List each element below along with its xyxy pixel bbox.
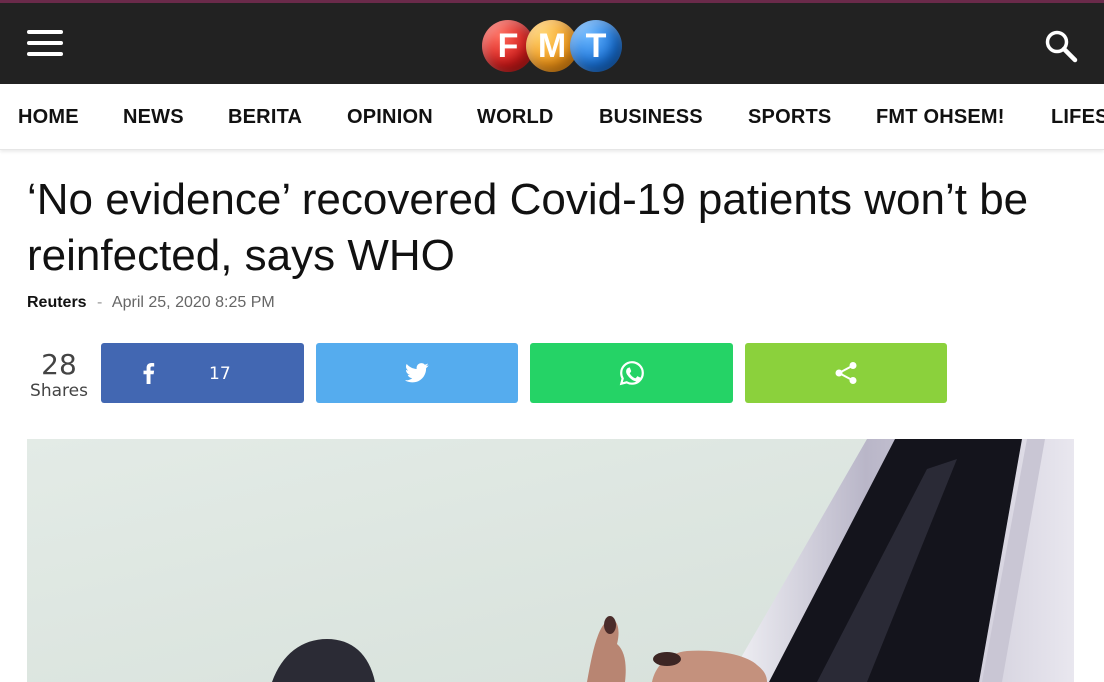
more-share-button[interactable]: [745, 343, 947, 403]
main-nav: HOME NEWS BERITA OPINION WORLD BUSINESS …: [0, 84, 1104, 150]
nav-item-business[interactable]: BUSINESS: [599, 106, 703, 129]
share-icon: [835, 362, 857, 384]
nav-item-sports[interactable]: SPORTS: [748, 106, 831, 129]
facebook-icon: [143, 363, 155, 384]
twitter-share-button[interactable]: [316, 343, 518, 403]
nav-item-fmt-ohsem[interactable]: FMT OHSEM!: [876, 106, 1005, 129]
share-count: 28: [41, 348, 77, 381]
article-meta: Reuters - April 25, 2020 8:25 PM: [27, 294, 275, 312]
facebook-share-count: 17: [209, 364, 231, 384]
article-featured-image[interactable]: [27, 439, 1074, 682]
nav-item-home[interactable]: HOME: [18, 106, 79, 129]
whatsapp-share-button[interactable]: [530, 343, 733, 403]
top-bar: F M T: [0, 0, 1104, 84]
fmt-logo[interactable]: F M T: [482, 20, 624, 72]
logo-letter-t: T: [570, 20, 622, 72]
whatsapp-icon: [619, 361, 644, 386]
article-date: April 25, 2020 8:25 PM: [111, 294, 275, 311]
article-author[interactable]: Reuters: [27, 294, 87, 311]
twitter-icon: [405, 363, 429, 383]
nav-item-world[interactable]: WORLD: [477, 106, 554, 129]
facebook-share-button[interactable]: 17: [101, 343, 304, 403]
nav-item-opinion[interactable]: OPINION: [347, 106, 433, 129]
search-icon[interactable]: [1044, 29, 1078, 63]
share-counter: 28 Shares: [26, 350, 92, 402]
nav-item-berita[interactable]: BERITA: [228, 106, 302, 129]
nav-item-lifestyle[interactable]: LIFESTYLE: [1051, 106, 1104, 129]
article-title: ‘No evidence’ recovered Covid-19 patient…: [27, 175, 1029, 280]
share-label: Shares: [30, 381, 88, 401]
hamburger-menu-icon[interactable]: [27, 29, 65, 59]
meta-separator: -: [97, 294, 103, 311]
nav-item-news[interactable]: NEWS: [123, 106, 184, 129]
